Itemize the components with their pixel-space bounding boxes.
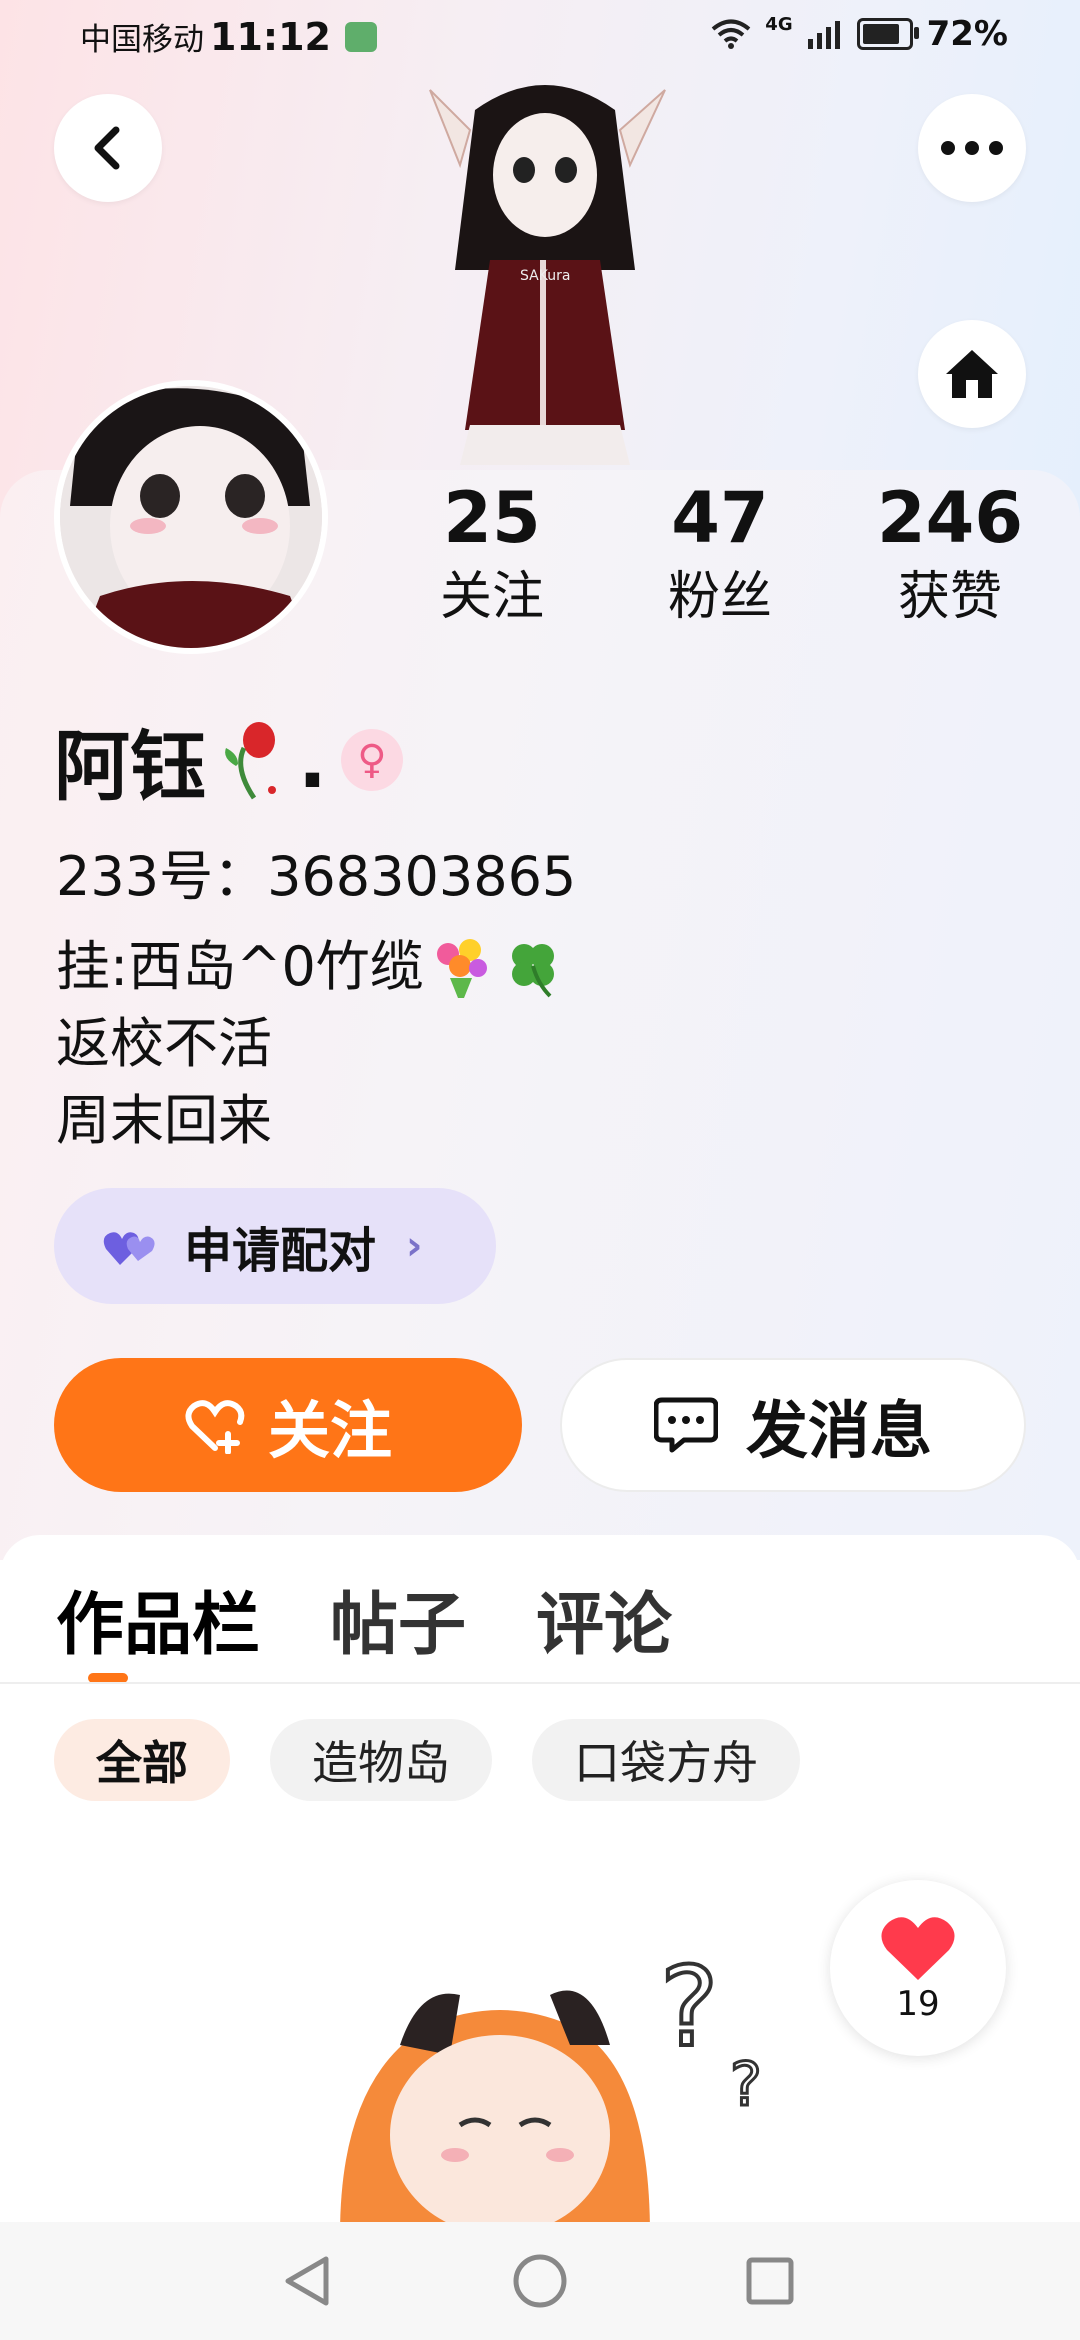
avatar-image bbox=[60, 386, 322, 648]
nav-recents-button[interactable] bbox=[735, 2250, 805, 2312]
bio-line: 返校不活 bbox=[56, 1012, 272, 1075]
app-notification-icon bbox=[344, 21, 377, 52]
stat-likes[interactable]: 246 获赞 bbox=[850, 478, 1050, 632]
chip-creation-island[interactable]: 造物岛 bbox=[270, 1719, 492, 1801]
battery-percent: 72% bbox=[926, 14, 1008, 54]
chevron-left-icon bbox=[94, 126, 120, 170]
bouquet-icon bbox=[436, 938, 487, 998]
tab-works[interactable]: 作品栏 bbox=[56, 1569, 260, 1668]
status-bar: 中国移动 11:12 4G 72% bbox=[0, 0, 1080, 72]
wifi-icon bbox=[712, 19, 751, 49]
heart-icon bbox=[881, 1917, 955, 1980]
chat-bubble-icon bbox=[653, 1397, 718, 1453]
tabs-divider bbox=[0, 1682, 1080, 1684]
followers-label: 粉丝 bbox=[667, 567, 772, 627]
chevron-right-icon: › bbox=[406, 1223, 423, 1269]
carrier-label: 中国移动 bbox=[80, 22, 204, 58]
followers-count: 47 bbox=[671, 477, 769, 559]
avatar[interactable] bbox=[54, 380, 328, 654]
username: 阿钰 bbox=[54, 722, 206, 811]
four-leaf-clover-icon bbox=[511, 943, 554, 997]
network-type-label: 4G bbox=[765, 13, 793, 35]
like-count: 19 bbox=[896, 1984, 940, 2024]
home-button[interactable] bbox=[918, 320, 1026, 428]
request-pair-button[interactable]: 申请配对 › bbox=[54, 1188, 496, 1304]
name-row: 阿钰 . ♀ bbox=[54, 705, 403, 815]
chip-pocket-ark[interactable]: 口袋方舟 bbox=[532, 1719, 800, 1801]
more-options-button[interactable] bbox=[918, 94, 1026, 202]
back-button[interactable] bbox=[54, 94, 162, 202]
heart-plus-icon bbox=[185, 1400, 245, 1454]
tab-posts[interactable]: 帖子 bbox=[330, 1569, 466, 1668]
username-suffix: . bbox=[298, 715, 327, 805]
home-icon bbox=[946, 350, 998, 398]
filter-chips: 全部 造物岛 口袋方舟 bbox=[54, 1719, 800, 1801]
svg-text:SAKura: SAKura bbox=[520, 268, 570, 284]
square-recents-icon bbox=[746, 2257, 794, 2305]
likes-label: 获赞 bbox=[897, 567, 1002, 627]
tab-comments[interactable]: 评论 bbox=[536, 1569, 672, 1668]
send-message-label: 发消息 bbox=[745, 1394, 932, 1467]
system-navigation-bar bbox=[0, 2222, 1080, 2340]
nav-back-button[interactable] bbox=[272, 2250, 342, 2312]
triangle-back-icon bbox=[285, 2256, 329, 2306]
bio-line: 挂:西岛^0竹缆 bbox=[56, 935, 424, 998]
clock: 11:12 bbox=[210, 14, 331, 59]
user-id: 233号：368303865 bbox=[56, 845, 577, 908]
follow-label: 关注 bbox=[267, 1394, 392, 1467]
bio: 挂:西岛^0竹缆 返校不活 周末回来 bbox=[56, 928, 564, 1159]
follow-button[interactable]: 关注 bbox=[54, 1358, 522, 1492]
stat-followers[interactable]: 47 粉丝 bbox=[620, 478, 820, 632]
character-figure-image: SAKura bbox=[429, 85, 666, 465]
nav-home-button[interactable] bbox=[505, 2250, 575, 2312]
chip-all[interactable]: 全部 bbox=[54, 1719, 230, 1801]
like-button[interactable]: 19 bbox=[830, 1880, 1006, 2056]
double-heart-icon bbox=[103, 1232, 155, 1265]
confused-character-sticker: ? ? bbox=[340, 1941, 763, 2235]
wilted-rose-icon bbox=[225, 722, 276, 800]
content-area: 作品栏 帖子 评论 全部 造物岛 口袋方舟 ? ? 19 bbox=[0, 1535, 1080, 2235]
female-gender-icon: ♀ bbox=[340, 729, 403, 791]
svg-text:?: ? bbox=[660, 1943, 718, 2071]
request-pair-label: 申请配对 bbox=[184, 1223, 377, 1279]
likes-count: 246 bbox=[876, 477, 1024, 559]
profile-tabs: 作品栏 帖子 评论 bbox=[56, 1569, 672, 1668]
send-message-button[interactable]: 发消息 bbox=[560, 1358, 1026, 1492]
stat-following[interactable]: 25 关注 bbox=[392, 478, 592, 632]
svg-text:?: ? bbox=[730, 2050, 762, 2120]
following-count: 25 bbox=[443, 477, 541, 559]
ellipsis-icon bbox=[941, 141, 1003, 155]
bio-line: 周末回来 bbox=[56, 1089, 272, 1152]
circle-home-icon bbox=[513, 2254, 567, 2308]
battery-icon bbox=[856, 18, 919, 50]
following-label: 关注 bbox=[439, 567, 544, 627]
signal-icon bbox=[807, 21, 840, 49]
